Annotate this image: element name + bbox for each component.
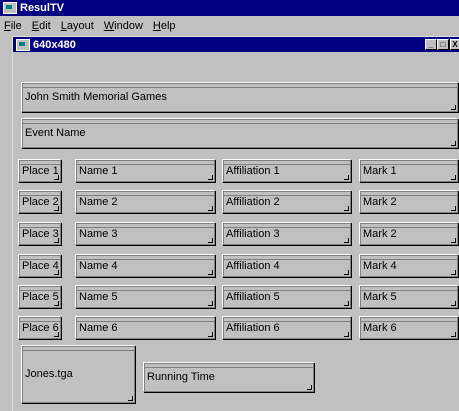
window-icon [16, 38, 30, 51]
mark-text: Mark 4 [363, 259, 397, 272]
name-field[interactable]: Name 3 [75, 222, 215, 245]
place-field[interactable]: Place 3 [18, 222, 61, 245]
resize-grip[interactable] [451, 141, 456, 146]
resize-grip[interactable] [344, 270, 349, 275]
resize-grip[interactable] [451, 238, 456, 243]
name-field[interactable]: Name 6 [75, 316, 215, 339]
name-text: Name 5 [79, 290, 118, 303]
affiliation-field[interactable]: Affiliation 6 [222, 316, 351, 339]
running-time-text: Running Time [147, 371, 215, 383]
affiliation-text: Affiliation 6 [226, 321, 280, 334]
resize-grip[interactable] [451, 301, 456, 306]
affiliation-field[interactable]: Affiliation 2 [222, 190, 351, 213]
affiliation-field[interactable]: Affiliation 4 [222, 254, 351, 277]
close-button[interactable]: X [450, 39, 459, 50]
layout-window-titlebar[interactable]: 640x480 _ □ X [13, 37, 459, 52]
minimize-button[interactable]: _ [425, 39, 437, 50]
resize-grip[interactable] [344, 301, 349, 306]
resize-grip[interactable] [451, 206, 456, 211]
place-field[interactable]: Place 6 [18, 316, 61, 339]
place-field[interactable]: Place 4 [18, 254, 61, 277]
place-field[interactable]: Place 5 [18, 285, 61, 308]
affiliation-text: Affiliation 5 [226, 290, 280, 303]
resize-grip[interactable] [344, 175, 349, 180]
image-file-field[interactable]: Jones.tga [21, 345, 135, 403]
mark-field[interactable]: Mark 5 [359, 285, 458, 308]
menu-window[interactable]: Window [104, 20, 143, 32]
affiliation-text: Affiliation 4 [226, 259, 280, 272]
name-field[interactable]: Name 1 [75, 159, 215, 182]
mark-field[interactable]: Mark 2 [359, 222, 458, 245]
resize-grip[interactable] [54, 175, 59, 180]
mark-field[interactable]: Mark 2 [359, 190, 458, 213]
mark-text: Mark 6 [363, 321, 397, 334]
resize-grip[interactable] [208, 332, 213, 337]
resize-grip[interactable] [208, 301, 213, 306]
resize-grip[interactable] [307, 385, 312, 390]
layout-window-title: 640x480 [33, 38, 76, 51]
affiliation-text: Affiliation 1 [226, 164, 280, 177]
mark-field[interactable]: Mark 4 [359, 254, 458, 277]
affiliation-text: Affiliation 3 [226, 227, 280, 240]
name-field[interactable]: Name 2 [75, 190, 215, 213]
resize-grip[interactable] [344, 206, 349, 211]
resize-grip[interactable] [451, 105, 456, 110]
resize-grip[interactable] [451, 270, 456, 275]
resize-grip[interactable] [54, 332, 59, 337]
resize-grip[interactable] [208, 175, 213, 180]
name-text: Name 2 [79, 195, 118, 208]
affiliation-field[interactable]: Affiliation 5 [222, 285, 351, 308]
name-text: Name 4 [79, 259, 118, 272]
resize-grip[interactable] [54, 270, 59, 275]
mark-text: Mark 5 [363, 290, 397, 303]
resize-grip[interactable] [54, 206, 59, 211]
mark-field[interactable]: Mark 1 [359, 159, 458, 182]
app-titlebar[interactable]: ResulTV [0, 0, 459, 16]
menu-edit[interactable]: Edit [32, 20, 51, 32]
menu-help[interactable]: Help [153, 20, 176, 32]
maximize-button[interactable]: □ [437, 39, 449, 50]
resize-grip[interactable] [128, 396, 133, 401]
resize-grip[interactable] [208, 206, 213, 211]
meet-name-text: John Smith Memorial Games [25, 91, 167, 103]
event-name-field[interactable]: Event Name [21, 118, 458, 148]
affiliation-field[interactable]: Affiliation 1 [222, 159, 351, 182]
name-field[interactable]: Name 4 [75, 254, 215, 277]
resize-grip[interactable] [344, 238, 349, 243]
resize-grip[interactable] [208, 238, 213, 243]
menu-bar: File Edit Layout Window Help [0, 16, 459, 36]
affiliation-text: Affiliation 2 [226, 195, 280, 208]
name-text: Name 6 [79, 321, 118, 334]
menu-layout[interactable]: Layout [61, 20, 94, 32]
affiliation-field[interactable]: Affiliation 3 [222, 222, 351, 245]
resize-grip[interactable] [54, 238, 59, 243]
place-field[interactable]: Place 1 [18, 159, 61, 182]
mark-field[interactable]: Mark 6 [359, 316, 458, 339]
place-field[interactable]: Place 2 [18, 190, 61, 213]
running-time-field[interactable]: Running Time [143, 362, 314, 392]
meet-name-field[interactable]: John Smith Memorial Games [21, 82, 458, 112]
name-text: Name 1 [79, 164, 118, 177]
mark-text: Mark 1 [363, 164, 397, 177]
resize-grip[interactable] [208, 270, 213, 275]
mark-text: Mark 2 [363, 195, 397, 208]
mark-text: Mark 2 [363, 227, 397, 240]
resize-grip[interactable] [344, 332, 349, 337]
event-name-text: Event Name [25, 127, 86, 139]
resize-grip[interactable] [451, 332, 456, 337]
image-file-text: Jones.tga [25, 368, 73, 380]
menu-file[interactable]: File [4, 20, 22, 32]
name-text: Name 3 [79, 227, 118, 240]
name-field[interactable]: Name 5 [75, 285, 215, 308]
resize-grip[interactable] [451, 175, 456, 180]
resize-grip[interactable] [54, 301, 59, 306]
app-icon [3, 2, 17, 14]
app-title: ResulTV [20, 2, 65, 14]
